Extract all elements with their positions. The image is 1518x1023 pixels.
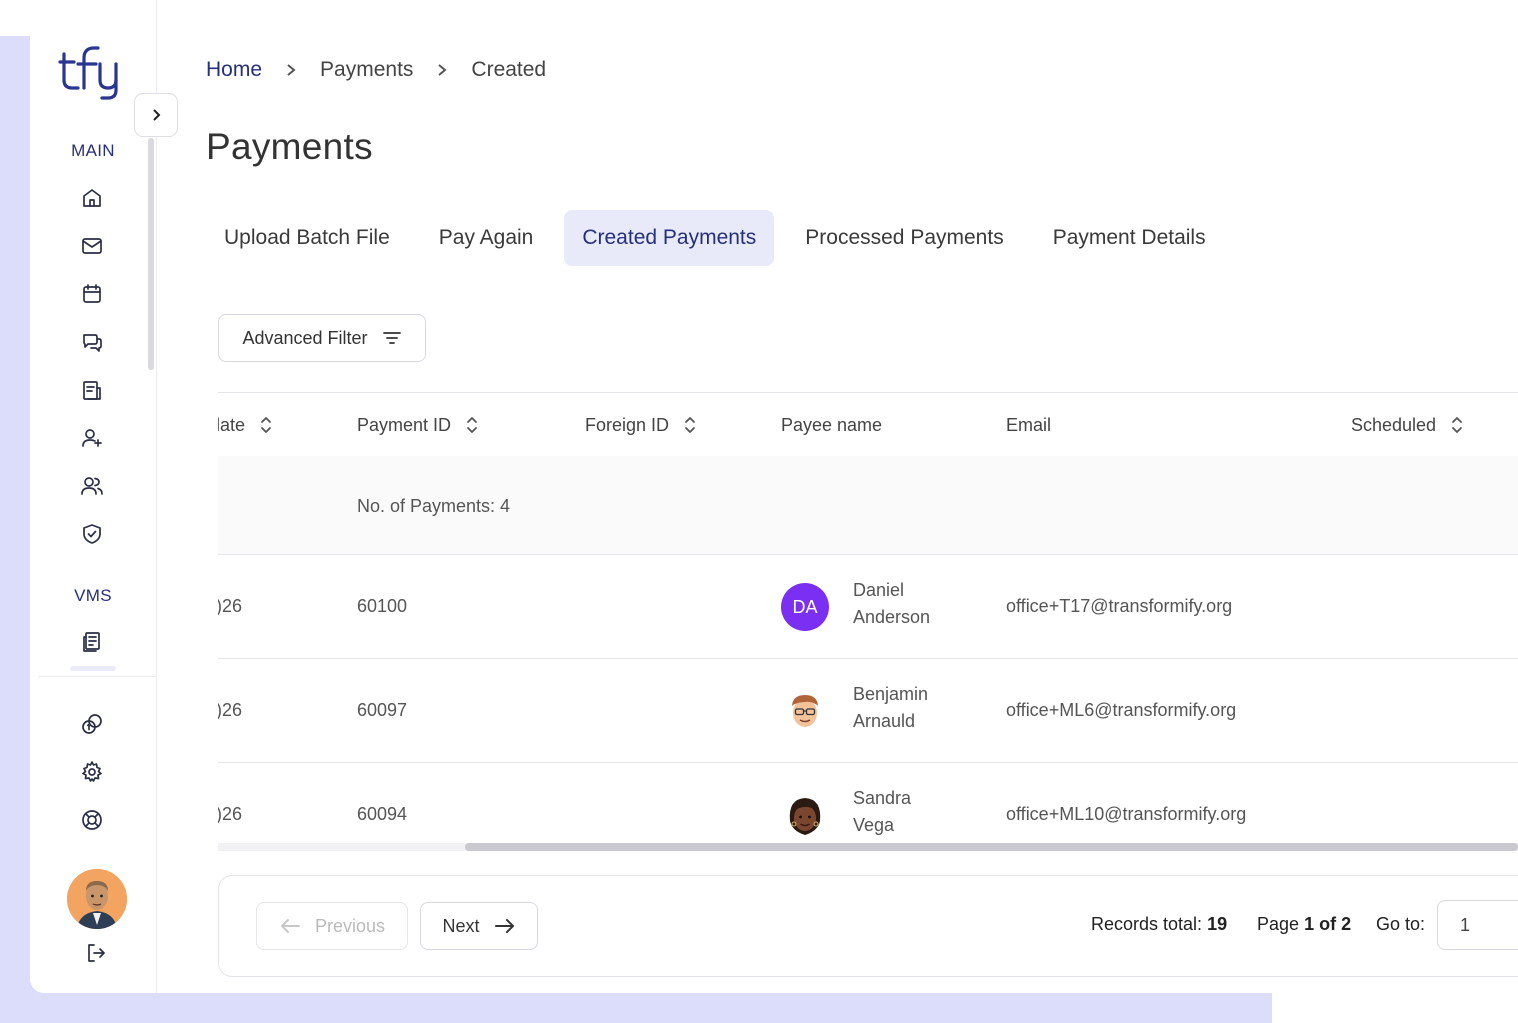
report-icon[interactable]	[78, 376, 106, 404]
cell-email: office+ML10@transformify.org	[1006, 804, 1247, 824]
column-header-foreign-id[interactable]: Foreign ID	[585, 393, 697, 457]
cell-payee-name: Daniel Anderson	[853, 580, 931, 627]
column-header-date[interactable]: late	[218, 393, 273, 457]
table-header: late Payment ID Foreign ID Payee name Em…	[218, 392, 1518, 458]
column-header-scheduled[interactable]: Scheduled	[1351, 393, 1464, 457]
tab-created-payments[interactable]: Created Payments	[564, 210, 775, 266]
sort-icon	[261, 417, 271, 433]
app-window: MAIN VMS Home Payments Created Payments …	[30, 0, 1518, 993]
tab-upload-batch-file[interactable]: Upload Batch File	[206, 210, 408, 266]
records-total: Records total: 19	[1091, 914, 1228, 934]
breadcrumb: Home Payments Created	[206, 58, 546, 82]
mail-icon[interactable]	[78, 232, 106, 260]
user-avatar[interactable]	[67, 869, 127, 929]
logout-icon[interactable]	[82, 939, 110, 967]
calendar-icon[interactable]	[78, 280, 106, 308]
advanced-filter-button[interactable]: Advanced Filter	[218, 314, 426, 362]
goto-label: Go to:	[1376, 914, 1426, 934]
sort-icon	[467, 417, 477, 433]
cell-date: )26	[218, 596, 243, 616]
cell-payment-id: 60097	[357, 700, 408, 720]
column-header-email: Email	[1006, 414, 1052, 435]
coins-icon[interactable]	[78, 710, 106, 738]
sidebar-expand-button[interactable]	[134, 93, 178, 137]
add-user-icon[interactable]	[78, 424, 106, 452]
document-icon[interactable]	[78, 628, 106, 656]
chevron-right-icon	[438, 64, 447, 76]
chat-icon[interactable]	[78, 328, 106, 356]
home-icon[interactable]	[78, 184, 106, 212]
arrow-left-icon	[280, 919, 300, 933]
background-accent-bottom	[0, 992, 1272, 1023]
cell-date: )26	[218, 804, 243, 824]
table-horizontal-scrollbar[interactable]	[218, 843, 1518, 851]
breadcrumb-home[interactable]: Home	[206, 58, 262, 82]
cell-payment-id: 60094	[357, 804, 408, 824]
page-indicator: Page 1 of 2	[1257, 914, 1352, 934]
cell-payee-name: Sandra Vega	[853, 788, 912, 835]
cell-date: )26	[218, 700, 243, 720]
support-icon[interactable]	[78, 806, 106, 834]
settings-icon[interactable]	[78, 758, 106, 786]
tab-processed-payments[interactable]: Processed Payments	[787, 210, 1021, 266]
table-row[interactable]: )26 60100 DA Daniel Anderson office+T17@…	[218, 555, 1518, 659]
sidebar: MAIN VMS	[30, 0, 157, 993]
arrow-right-icon	[494, 919, 514, 933]
tab-payment-details[interactable]: Payment Details	[1035, 210, 1224, 266]
cell-email: office+T17@transformify.org	[1006, 596, 1233, 616]
cell-payee-name: Benjamin Arnauld	[853, 684, 929, 731]
column-header-payee-name: Payee name	[781, 414, 883, 435]
sidebar-scrollbar[interactable]	[148, 138, 154, 370]
chevron-right-icon	[153, 109, 161, 121]
group-summary-text: No. of Payments: 4	[357, 496, 511, 516]
sidebar-divider	[38, 676, 156, 677]
scrollbar-thumb[interactable]	[465, 843, 1518, 851]
tab-pay-again[interactable]: Pay Again	[421, 210, 552, 266]
users-icon[interactable]	[78, 472, 106, 500]
payee-avatar	[781, 687, 829, 735]
page-title: Payments	[206, 126, 373, 167]
filter-icon	[382, 332, 401, 344]
table-row[interactable]: )26 60097 Benjamin Arnauld office+ML6@tr…	[218, 659, 1518, 763]
cell-email: office+ML6@transformify.org	[1006, 700, 1237, 720]
sort-icon	[1452, 417, 1462, 433]
logo[interactable]	[58, 40, 128, 102]
previous-button[interactable]: Previous	[256, 902, 408, 950]
payments-table: late Payment ID Foreign ID Payee name Em…	[218, 392, 1518, 852]
breadcrumb-payments[interactable]: Payments	[320, 58, 413, 82]
advanced-filter-label: Advanced Filter	[242, 327, 368, 348]
cell-payment-id: 60100	[357, 596, 408, 616]
tab-bar: Upload Batch File Pay Again Created Paym…	[206, 210, 1237, 266]
next-button[interactable]: Next	[420, 902, 538, 950]
sort-icon	[685, 417, 695, 433]
sidebar-scroll-indicator	[70, 666, 116, 671]
payee-avatar	[781, 791, 829, 839]
column-header-payment-id[interactable]: Payment ID	[357, 393, 479, 457]
chevron-right-icon	[287, 64, 296, 76]
section-label-main: MAIN	[71, 141, 115, 160]
goto-page-input[interactable]	[1437, 900, 1518, 950]
shield-check-icon[interactable]	[78, 520, 106, 548]
table-row[interactable]: )26 60094 Sandra Vega office+ML10@transf…	[218, 763, 1518, 852]
group-summary-row: No. of Payments: 4	[218, 456, 1518, 555]
payee-avatar: DA	[781, 583, 829, 631]
pagination-bar: Previous Next Records total: 19 Page 1 o…	[218, 875, 1518, 977]
section-label-vms: VMS	[74, 586, 112, 605]
breadcrumb-current: Created	[471, 58, 547, 81]
